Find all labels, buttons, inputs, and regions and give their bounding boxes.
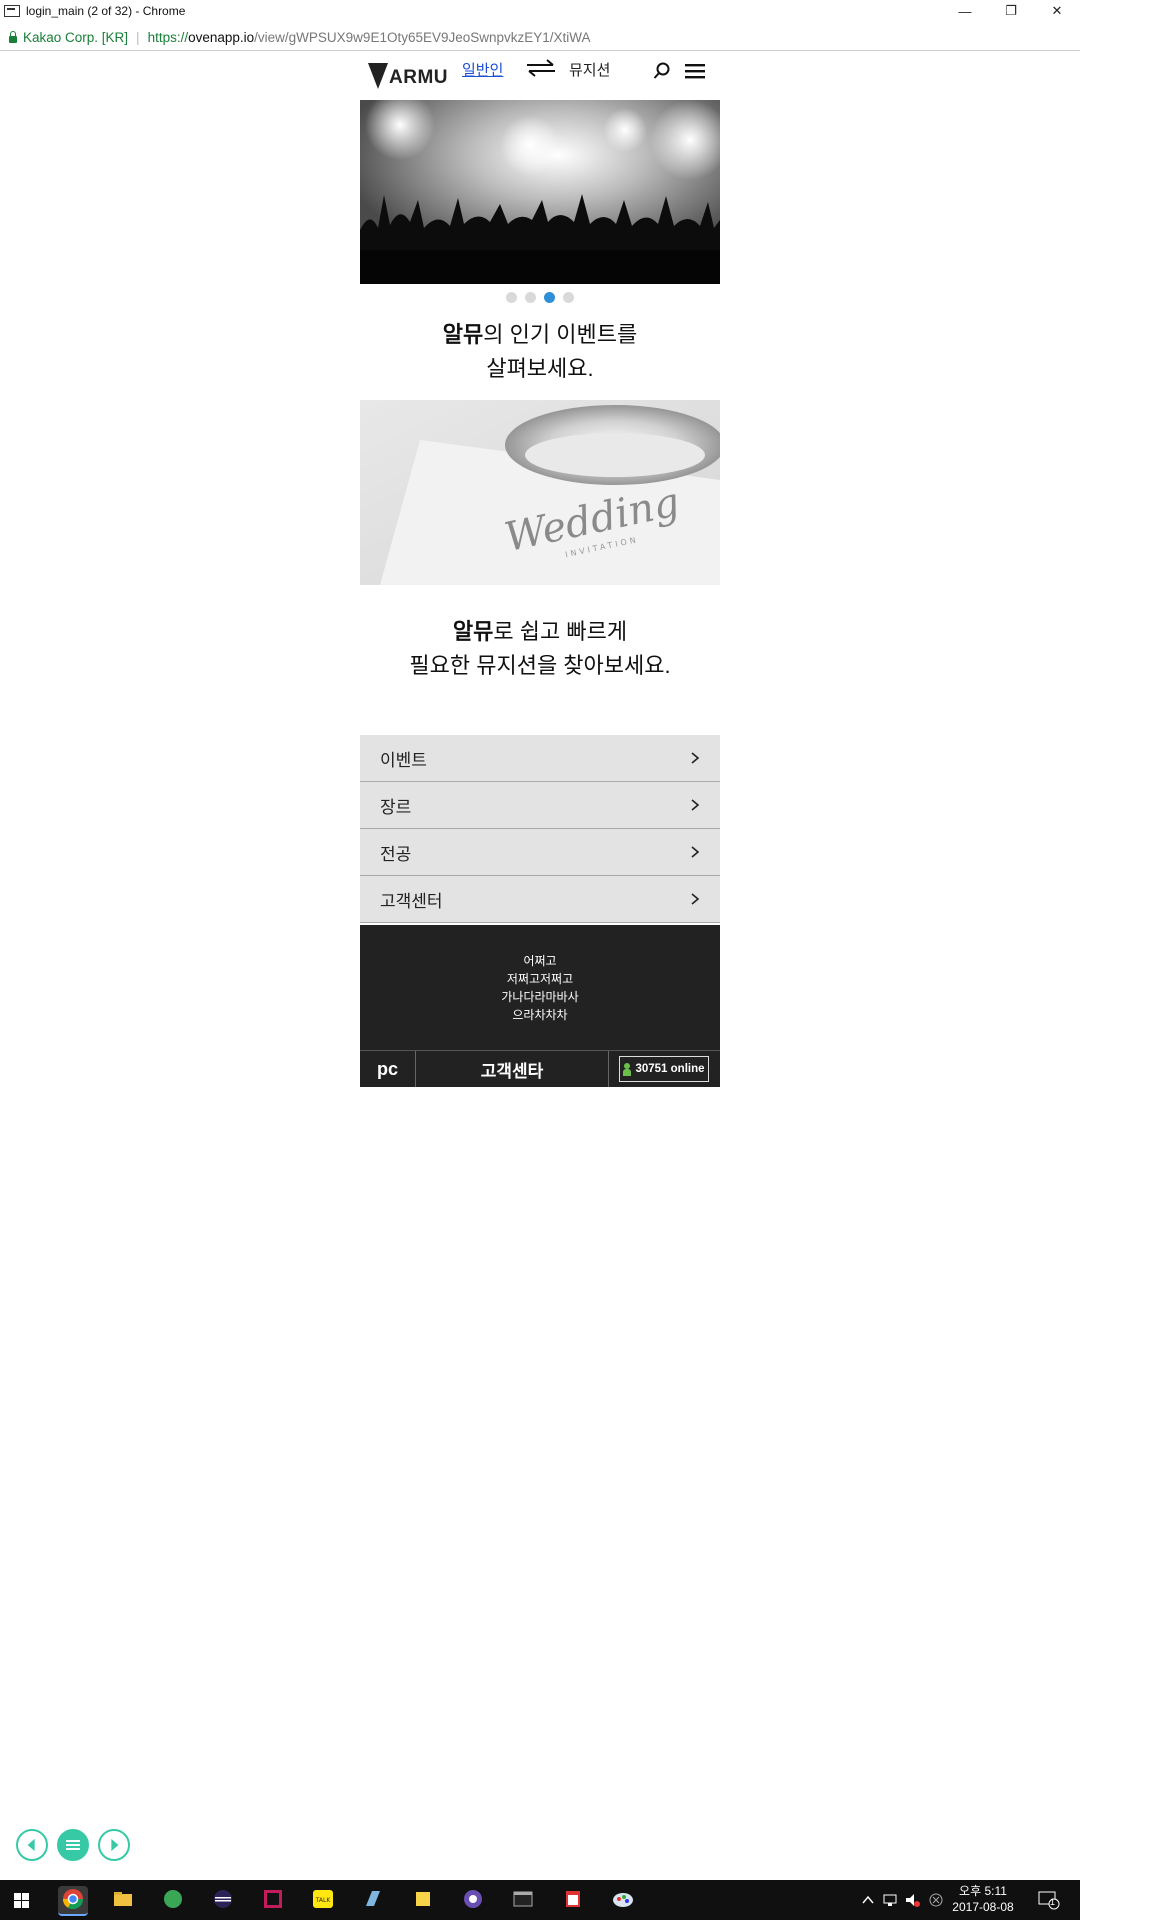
footer-bar: pc 고객센타 30751 online <box>360 1050 720 1087</box>
restore-button[interactable]: ❐ <box>988 0 1034 22</box>
menu-item-events[interactable]: 이벤트 <box>360 735 720 782</box>
address-bar[interactable]: Kakao Corp. [KR] | https://ovenapp.io/vi… <box>0 24 1080 51</box>
url-scheme[interactable]: https:// <box>148 30 189 45</box>
notification-count: 1 <box>1050 1897 1056 1907</box>
headline-text: 필요한 뮤지션을 찾아보세요. <box>409 653 671 678</box>
app-taskbar-icon[interactable] <box>458 1886 488 1914</box>
url-host[interactable]: ovenapp.io <box>188 30 254 45</box>
next-page-button[interactable] <box>98 1829 130 1861</box>
carousel-dot-active[interactable] <box>544 292 555 303</box>
swap-arrows-icon[interactable] <box>525 58 557 78</box>
category-menu: 이벤트 장르 전공 고객센터 <box>360 735 720 923</box>
app-header: ARMU 일반인 뮤지션 <box>360 50 720 100</box>
headline-text: 의 인기 이벤트를 <box>483 322 638 347</box>
search-icon[interactable] <box>653 62 671 80</box>
window-app-icon <box>4 5 20 17</box>
sticky-notes-taskbar-icon[interactable] <box>408 1886 438 1914</box>
list-icon <box>66 1840 80 1850</box>
clock-date: 2017-08-08 <box>952 1900 1014 1914</box>
windows-start-icon[interactable] <box>14 1893 29 1908</box>
menu-item-major[interactable]: 전공 <box>360 829 720 876</box>
svg-text:TALK: TALK <box>315 1897 332 1904</box>
chevron-up-icon[interactable] <box>862 1895 874 1905</box>
carousel-dot[interactable] <box>506 292 517 303</box>
footer-line: 저쩌고저쩌고 <box>506 972 574 986</box>
wedding-banner-image[interactable]: Wedding INVITATION <box>360 400 720 585</box>
window-titlebar: login_main (2 of 32) - Chrome <box>0 0 1080 22</box>
logo-mark-icon <box>368 63 388 89</box>
popular-events-headline: 알뮤의 인기 이벤트를 살펴보세요. <box>360 318 720 386</box>
intellij-taskbar-icon[interactable] <box>258 1886 288 1914</box>
pc-version-link[interactable]: pc <box>360 1051 416 1087</box>
mobile-page: ARMU 일반인 뮤지션 알뮤의 인기 이벤트를 살펴보세요. Wedding … <box>360 50 720 1087</box>
logo-text: ARMU <box>389 67 448 88</box>
viewer-menu-button[interactable] <box>57 1829 89 1861</box>
person-icon <box>623 1062 632 1076</box>
nav-musician-link[interactable]: 뮤지션 <box>569 59 610 80</box>
brand-name: 알뮤 <box>442 322 484 347</box>
chevron-right-icon <box>691 846 700 858</box>
chrome-taskbar-icon[interactable] <box>58 1886 88 1916</box>
online-count-badge: 30751 online <box>619 1056 709 1082</box>
find-musician-headline: 알뮤로 쉽고 빠르게 필요한 뮤지션을 찾아보세요. <box>360 615 720 683</box>
window-title: login_main (2 of 32) - Chrome <box>26 4 186 18</box>
footer-line: 어쩌고 <box>523 954 557 968</box>
footer-info: 어쩌고 저쩌고저쩌고 가나다라마바사 으라차차차 <box>360 925 720 1050</box>
kakaotalk-taskbar-icon[interactable]: TALK <box>308 1886 338 1914</box>
menu-item-customer-center[interactable]: 고객센터 <box>360 876 720 923</box>
network-icon[interactable] <box>882 1892 898 1908</box>
paint-taskbar-icon[interactable] <box>608 1886 638 1914</box>
headline-text: 살펴보세요. <box>486 356 594 381</box>
carousel-dot[interactable] <box>525 292 536 303</box>
carousel-dot[interactable] <box>563 292 574 303</box>
menu-item-label: 이벤트 <box>380 750 427 770</box>
chevron-right-icon <box>691 893 700 905</box>
eclipse-taskbar-icon[interactable] <box>208 1886 238 1914</box>
menu-item-genre[interactable]: 장르 <box>360 782 720 829</box>
menu-item-label: 고객센터 <box>380 891 443 911</box>
footer-line: 가나다라마바사 <box>501 990 579 1004</box>
menu-item-label: 전공 <box>380 844 412 864</box>
prev-page-button[interactable] <box>16 1829 48 1861</box>
close-window-button[interactable]: ✕ <box>1034 0 1080 22</box>
app-taskbar-icon[interactable] <box>358 1886 388 1914</box>
hamburger-menu-icon[interactable] <box>685 63 705 79</box>
url-path[interactable]: /view/gWPSUX9w9E1Oty65EV9JeoSwnpvkzEY1/X… <box>254 30 590 45</box>
concert-banner-image[interactable] <box>360 100 720 284</box>
carousel-indicators <box>360 292 720 303</box>
brand-name: 알뮤 <box>452 619 494 644</box>
clock-time: 오후 5:11 <box>959 1884 1007 1898</box>
footer-line: 으라차차차 <box>512 1008 568 1022</box>
customer-center-link[interactable]: 고객센타 <box>416 1051 609 1087</box>
nav-general-link[interactable]: 일반인 <box>462 59 503 80</box>
minimize-button[interactable]: — <box>942 0 988 22</box>
terminal-taskbar-icon[interactable] <box>508 1886 538 1914</box>
lock-icon <box>9 30 17 43</box>
headline-text: 로 쉽고 빠르게 <box>493 619 628 644</box>
taskbar-clock[interactable]: 오후 5:11 2017-08-08 <box>938 1883 1028 1915</box>
logo[interactable]: ARMU <box>368 63 448 89</box>
app-taskbar-icon[interactable] <box>558 1886 588 1914</box>
volume-muted-icon[interactable] <box>904 1892 920 1908</box>
file-explorer-taskbar-icon[interactable] <box>108 1886 138 1914</box>
address-separator: | <box>136 29 140 45</box>
site-identity[interactable]: Kakao Corp. [KR] <box>23 30 128 45</box>
chevron-right-icon <box>691 799 700 811</box>
menu-item-label: 장르 <box>380 797 412 817</box>
windows-taskbar: TALK 오후 5:11 2017-08-08 1 <box>0 1880 1080 1920</box>
online-count-text: 30751 online <box>635 1063 705 1075</box>
app-taskbar-icon[interactable] <box>158 1886 188 1914</box>
chevron-right-icon <box>691 752 700 764</box>
action-center-icon[interactable] <box>1038 1890 1060 1910</box>
